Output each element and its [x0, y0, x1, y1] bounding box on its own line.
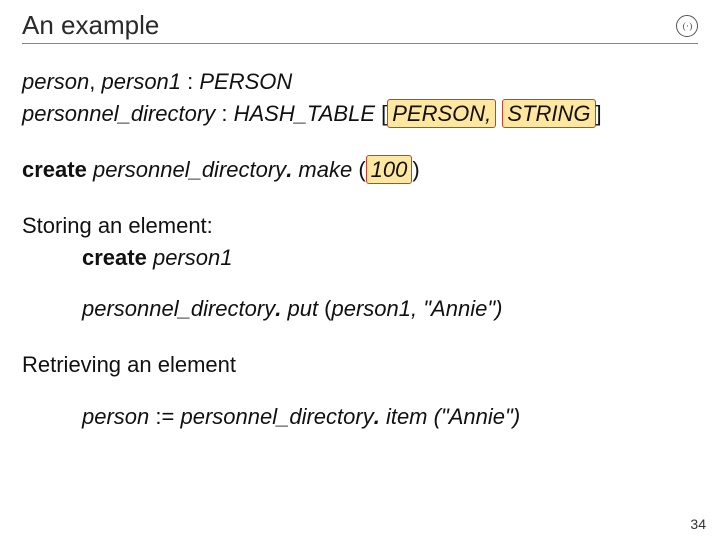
- highlight-string-param: STRING: [502, 99, 595, 129]
- slide-content: person, person1 : PERSON personnel_direc…: [22, 66, 698, 433]
- declarations-block: person, person1 : PERSON personnel_direc…: [22, 66, 698, 130]
- store-line-put: personnel_directory. put (person1, "Anni…: [22, 293, 698, 325]
- highlight-size-arg: 100: [366, 155, 413, 185]
- eiffel-logo-icon: ( · ): [676, 15, 698, 37]
- slide-title: An example: [22, 10, 159, 41]
- store-heading: Storing an element:: [22, 210, 698, 242]
- decl-line-1: person, person1 : PERSON: [22, 66, 698, 98]
- ident-person1: person1: [102, 69, 188, 94]
- retrieve-block: Retrieving an element person := personne…: [22, 349, 698, 433]
- store-line-create: create person1: [22, 242, 698, 274]
- decl-line-2: personnel_directory : HASH_TABLE [PERSON…: [22, 98, 698, 130]
- type-hash-table: HASH_TABLE: [234, 101, 382, 126]
- ident-personnel-directory: personnel_directory: [22, 101, 221, 126]
- keyword-create: create: [82, 245, 147, 270]
- keyword-create: create: [22, 157, 87, 182]
- retrieve-heading: Retrieving an element: [22, 349, 698, 381]
- slide: An example ( · ) person, person1 : PERSO…: [0, 0, 720, 540]
- retrieve-line: person := personnel_directory. item ("An…: [22, 401, 698, 433]
- page-number: 34: [690, 516, 706, 532]
- type-person: PERSON: [199, 69, 292, 94]
- create-directory-block: create personnel_directory. make (100): [22, 154, 698, 186]
- highlight-person-param: PERSON,: [387, 99, 496, 129]
- title-row: An example ( · ): [22, 10, 698, 44]
- ident-person: person: [22, 69, 89, 94]
- store-block: Storing an element: create person1 perso…: [22, 210, 698, 326]
